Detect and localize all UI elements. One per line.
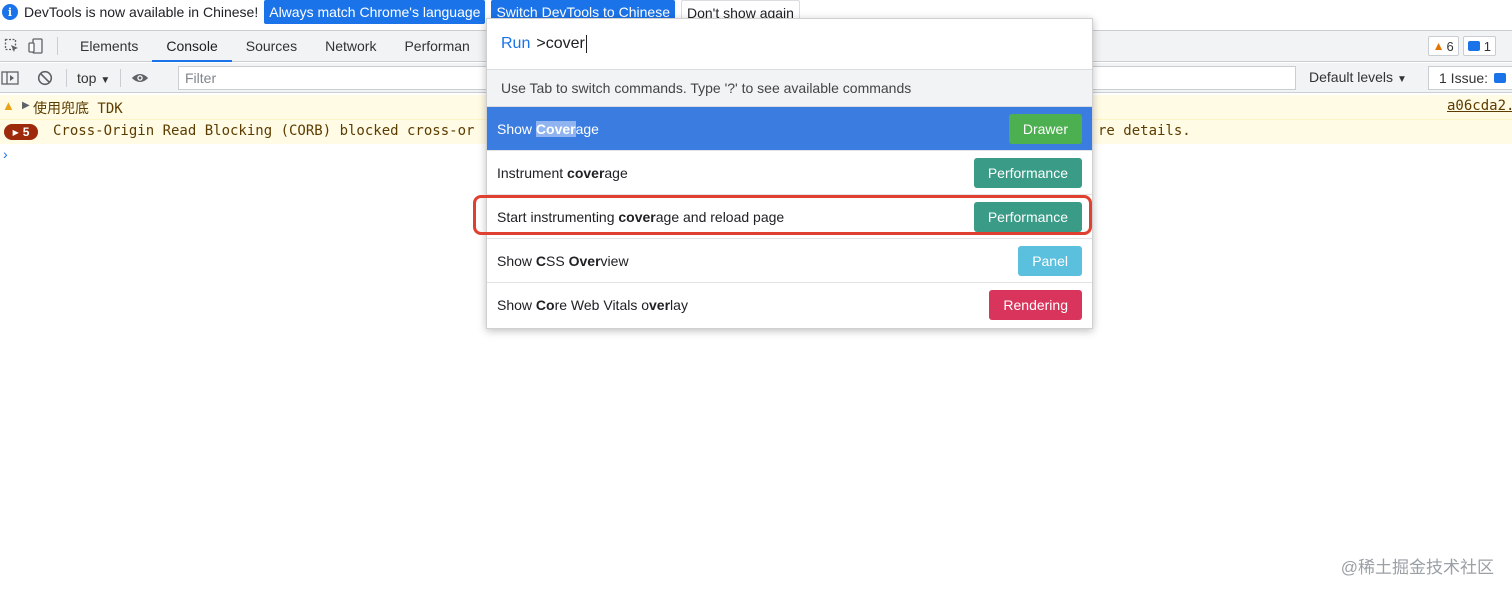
warning-icon: ▲ <box>1432 39 1445 53</box>
chevron-down-icon: ▼ <box>100 74 111 86</box>
category-tag-performance: Performance <box>973 158 1082 188</box>
tab-elements[interactable]: Elements <box>66 31 152 62</box>
category-tag-rendering: Rendering <box>989 290 1082 320</box>
command-text: age <box>604 164 628 181</box>
log-levels-dropdown[interactable]: Default levels ▼ <box>1309 69 1407 85</box>
category-tag-drawer: Drawer <box>1008 114 1082 144</box>
log-levels-label: Default levels <box>1309 69 1394 85</box>
expand-arrow-icon[interactable]: ▶ <box>22 100 30 111</box>
text-caret <box>585 35 587 53</box>
command-menu: Run >cover Use Tab to switch commands. T… <box>486 18 1093 329</box>
command-show-core-web-vitals[interactable]: Show Co re Web Vitals o ver lay Rendering <box>487 283 1092 327</box>
device-toolbar-icon[interactable] <box>27 37 45 55</box>
command-match: cover <box>567 164 605 181</box>
toolbar-divider <box>57 37 58 55</box>
command-text: Show <box>497 297 536 313</box>
tab-sources[interactable]: Sources <box>232 31 311 62</box>
messages-counter[interactable]: 1 <box>1462 36 1496 56</box>
error-count: 5 <box>22 125 30 139</box>
chevron-down-icon: ▼ <box>1396 74 1407 85</box>
clear-console-icon[interactable] <box>36 69 54 87</box>
source-link[interactable]: a06cda2. <box>1447 98 1512 114</box>
messages-count: 1 <box>1483 38 1491 54</box>
message-icon <box>1467 41 1480 51</box>
command-text: re Web Vitals o <box>554 297 650 313</box>
toolbar-divider <box>120 68 122 87</box>
command-text: Instrument <box>497 164 568 181</box>
tab-network[interactable]: Network <box>311 31 390 62</box>
error-message: Cross-Origin Read Blocking (CORB) blocke… <box>53 123 475 139</box>
eye-icon[interactable] <box>131 69 149 87</box>
command-input[interactable]: Run >cover <box>487 19 1092 70</box>
category-tag-panel: Panel <box>1018 246 1082 276</box>
command-show-css-overview[interactable]: Show C SS Over view Panel <box>487 239 1092 283</box>
command-match: Co <box>535 297 555 313</box>
issue-icon <box>1494 73 1507 83</box>
issues-button[interactable]: 1 Issue: <box>1428 66 1512 90</box>
context-value: top <box>77 69 97 86</box>
warnings-count: 6 <box>1446 38 1454 54</box>
expand-arrow-icon: ▶ <box>12 127 19 137</box>
annotation-highlight <box>473 195 1092 235</box>
command-hint: Use Tab to switch commands. Type '?' to … <box>487 70 1092 107</box>
command-match: Over <box>568 252 601 269</box>
error-message-tail: re details. <box>1098 123 1191 139</box>
warning-icon: ▲ <box>2 98 15 113</box>
watermark: @稀土掘金技术社区 <box>1340 558 1494 577</box>
console-prompt-icon[interactable]: › <box>3 146 8 162</box>
context-selector[interactable]: top ▼ <box>77 70 110 86</box>
always-match-language-button[interactable]: Always match Chrome's language <box>264 0 486 24</box>
warnings-counter[interactable]: ▲ 6 <box>1427 36 1459 56</box>
toolbar-divider <box>66 68 67 87</box>
tab-console[interactable]: Console <box>152 31 232 62</box>
command-text: Show <box>497 252 536 269</box>
status-counters: ▲ 6 1 <box>1427 36 1496 56</box>
command-text: Show <box>497 120 536 137</box>
command-show-coverage[interactable]: Show Cover age Drawer <box>487 107 1092 151</box>
issues-label: 1 Issue: <box>1439 70 1489 86</box>
command-match: Cover <box>535 120 576 137</box>
run-label: Run <box>501 35 531 52</box>
info-icon: i <box>2 4 18 20</box>
error-count-badge[interactable]: ▶ 5 <box>4 124 38 140</box>
command-query: >cover <box>536 35 585 52</box>
command-text: view <box>600 252 629 269</box>
command-text: lay <box>670 297 688 313</box>
command-instrument-coverage[interactable]: Instrument cover age Performance <box>487 151 1092 195</box>
sidebar-toggle-icon[interactable] <box>1 69 19 87</box>
infobar-message: DevTools is now available in Chinese! <box>24 4 259 20</box>
command-match: C <box>535 252 547 269</box>
tab-performance[interactable]: Performan <box>390 31 483 62</box>
warning-message: 使用兜底 TDK <box>33 101 123 117</box>
command-text: SS <box>546 252 569 269</box>
inspect-element-icon[interactable] <box>3 37 21 55</box>
command-text: age <box>575 120 599 137</box>
command-match: ver <box>649 297 671 313</box>
